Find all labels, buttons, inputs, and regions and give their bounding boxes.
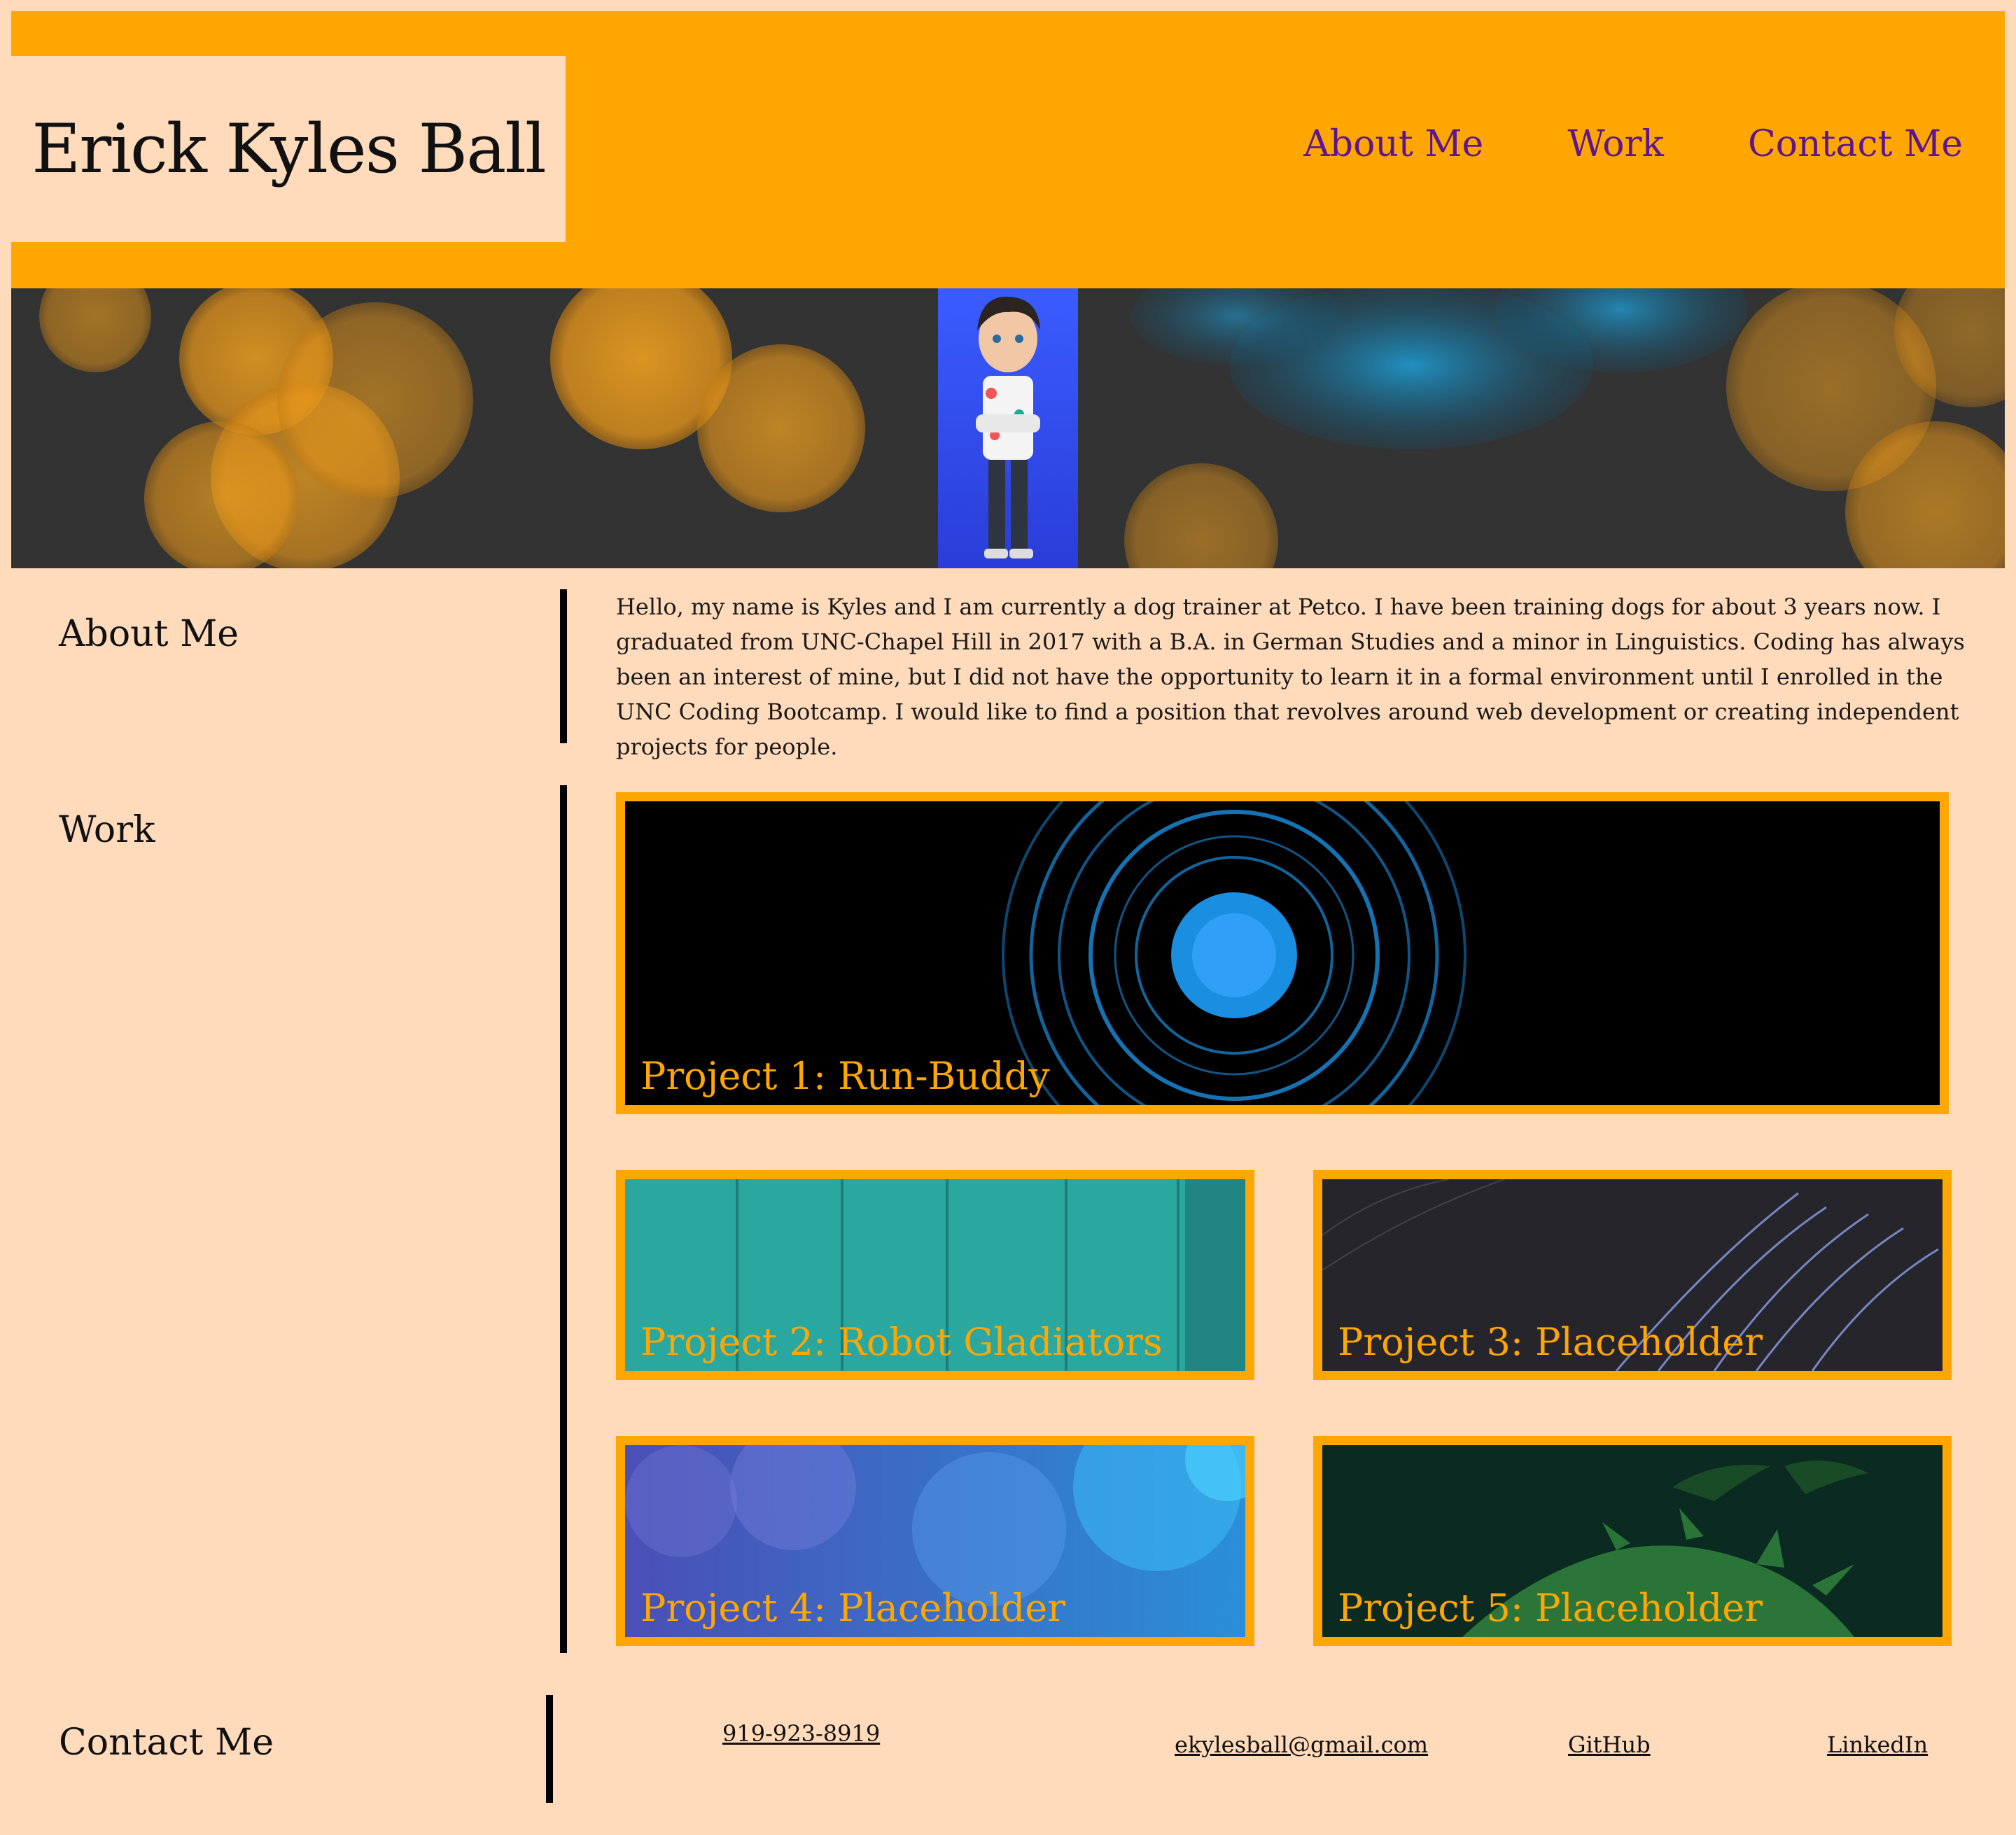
project-card-3[interactable]: Project 3: Placeholder	[1313, 1170, 1952, 1380]
about-divider	[560, 589, 567, 743]
about-heading: About Me	[59, 613, 239, 655]
contact-email-link[interactable]: ekylesball@gmail.com	[1175, 1731, 1428, 1758]
main-nav: About Me Work Contact Me	[1303, 123, 1963, 165]
project-3-title: Project 3: Placeholder	[1338, 1320, 1763, 1364]
avatar	[938, 288, 1078, 568]
hero-bokeh-image	[11, 288, 2005, 568]
contact-divider	[546, 1695, 553, 1803]
project-5-title: Project 5: Placeholder	[1338, 1586, 1763, 1630]
contact-heading: Contact Me	[59, 1722, 274, 1764]
project-card-1[interactable]: Project 1: Run-Buddy	[616, 792, 1949, 1114]
contact-linkedin-link[interactable]: LinkedIn	[1827, 1731, 1928, 1758]
hero-banner	[11, 288, 2005, 568]
nav-contact-me[interactable]: Contact Me	[1748, 123, 1963, 165]
contact-phone-link[interactable]: 919-923-8919	[722, 1720, 880, 1747]
project-4-title: Project 4: Placeholder	[640, 1586, 1066, 1630]
project-card-2[interactable]: Project 2: Robot Gladiators	[616, 1170, 1254, 1380]
site-title: Erick Kyles Ball	[31, 110, 546, 188]
about-text: Hello, my name is Kyles and I am current…	[616, 593, 1965, 760]
project-card-4[interactable]: Project 4: Placeholder	[616, 1436, 1254, 1646]
work-heading: Work	[59, 809, 155, 851]
site-header: Erick Kyles Ball About Me Work Contact M…	[11, 11, 2005, 288]
project-2-title: Project 2: Robot Gladiators	[640, 1320, 1163, 1364]
site-title-box: Erick Kyles Ball	[11, 56, 566, 242]
contact-github-link[interactable]: GitHub	[1568, 1731, 1651, 1758]
project-card-5[interactable]: Project 5: Placeholder	[1313, 1436, 1952, 1646]
nav-work[interactable]: Work	[1567, 123, 1664, 165]
nav-about-me[interactable]: About Me	[1303, 123, 1483, 165]
project-1-title: Project 1: Run-Buddy	[640, 1054, 1050, 1098]
work-divider	[560, 785, 567, 1653]
